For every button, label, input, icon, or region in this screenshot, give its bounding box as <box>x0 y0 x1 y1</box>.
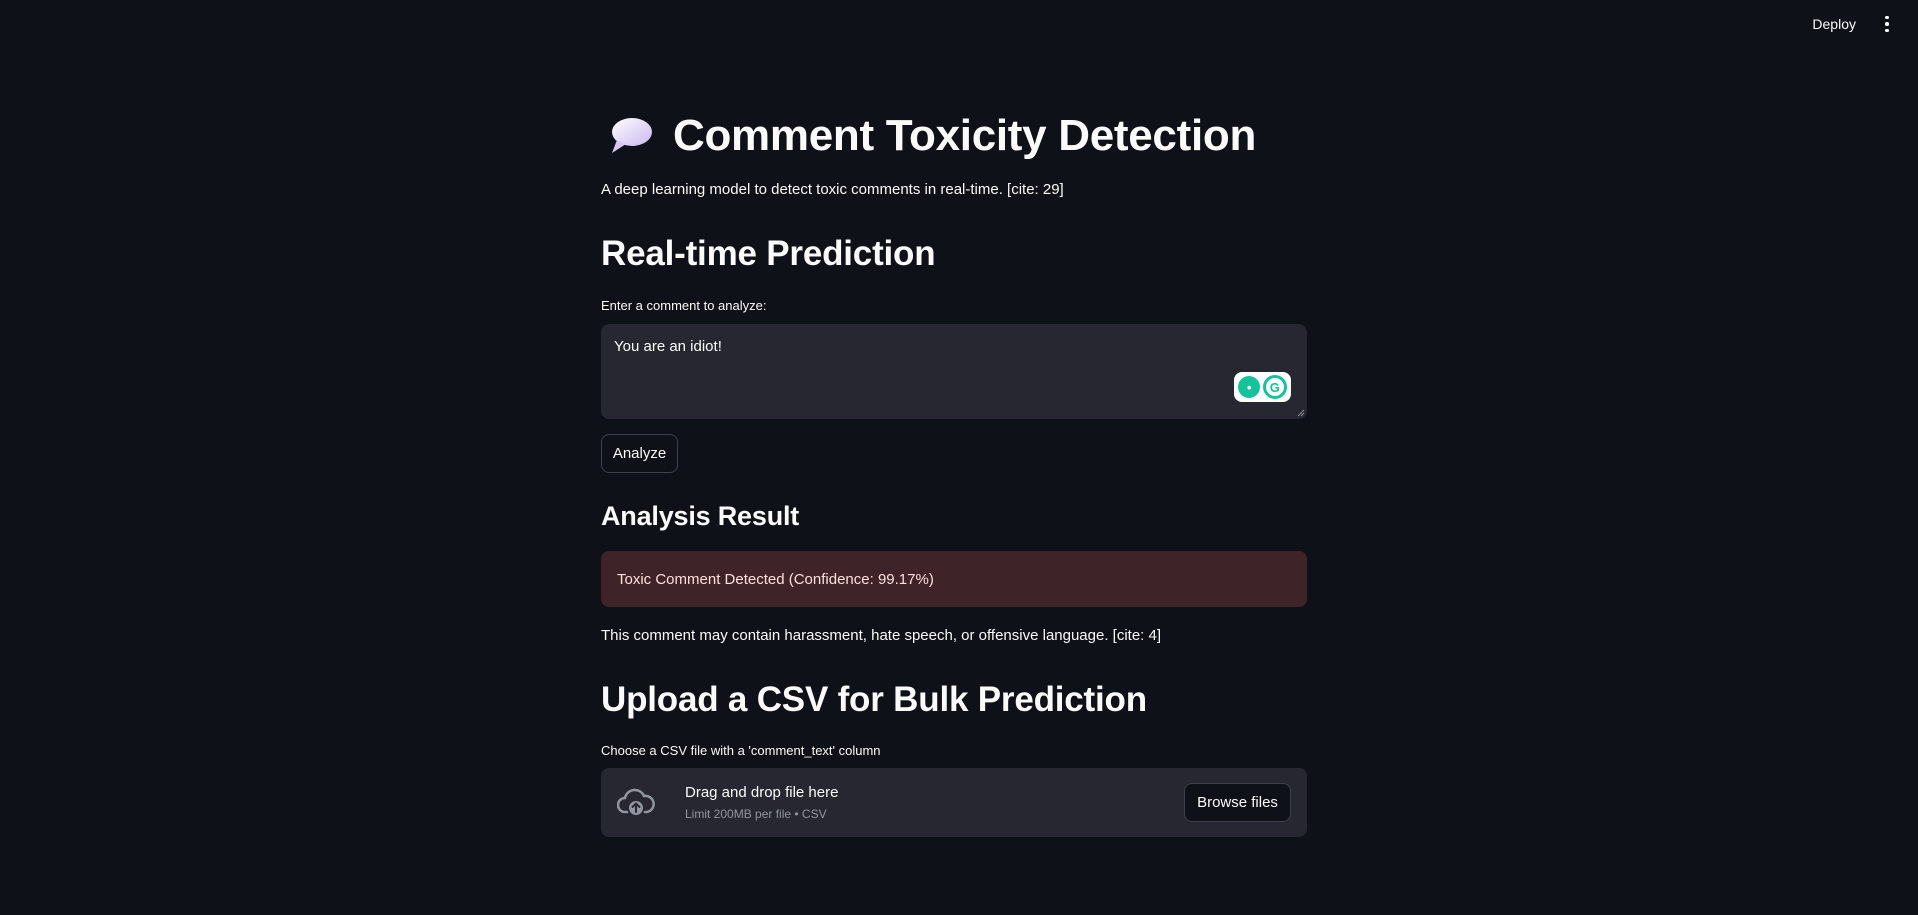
comment-input-label: Enter a comment to analyze: <box>601 298 767 313</box>
file-dropzone[interactable]: Drag and drop file here Limit 200MB per … <box>601 768 1307 837</box>
dropzone-limit: Limit 200MB per file • CSV <box>685 807 827 821</box>
page-title: Comment Toxicity Detection <box>673 111 1257 160</box>
result-note: This comment may contain harassment, hat… <box>601 627 1162 644</box>
kebab-menu-icon[interactable] <box>1878 12 1896 36</box>
browse-files-button[interactable]: Browse files <box>1184 783 1291 822</box>
dropzone-text: Drag and drop file here Limit 200MB per … <box>685 784 838 821</box>
dropzone-instruction: Drag and drop file here <box>685 784 839 801</box>
csv-upload-label: Choose a CSV file with a 'comment_text' … <box>601 743 881 758</box>
comment-textarea-value[interactable]: You are an idiot! <box>614 338 1294 355</box>
page-subtitle: A deep learning model to detect toxic co… <box>601 181 1064 198</box>
analyze-button[interactable]: Analyze <box>601 434 678 473</box>
grammarly-logo-icon[interactable]: G <box>1262 375 1287 399</box>
title-row: Comment Toxicity Detection <box>601 108 1256 164</box>
grammarly-bulb-icon[interactable]: • <box>1238 376 1261 398</box>
deploy-button[interactable]: Deploy <box>1802 10 1866 38</box>
grammarly-widget[interactable]: • G <box>1234 372 1291 402</box>
speech-bubble-icon <box>612 118 652 153</box>
toxic-alert: Toxic Comment Detected (Confidence: 99.1… <box>601 551 1307 607</box>
analysis-result-heading: Analysis Result <box>601 501 800 531</box>
comment-textarea[interactable]: You are an idiot! • G <box>601 324 1307 419</box>
cloud-upload-icon <box>617 788 655 815</box>
top-toolbar: Deploy <box>0 0 1918 48</box>
bulk-heading: Upload a CSV for Bulk Prediction <box>601 680 1147 719</box>
resize-handle-icon[interactable] <box>1297 409 1305 417</box>
toxic-alert-text: Toxic Comment Detected (Confidence: 99.1… <box>617 570 934 588</box>
realtime-heading: Real-time Prediction <box>601 234 936 273</box>
